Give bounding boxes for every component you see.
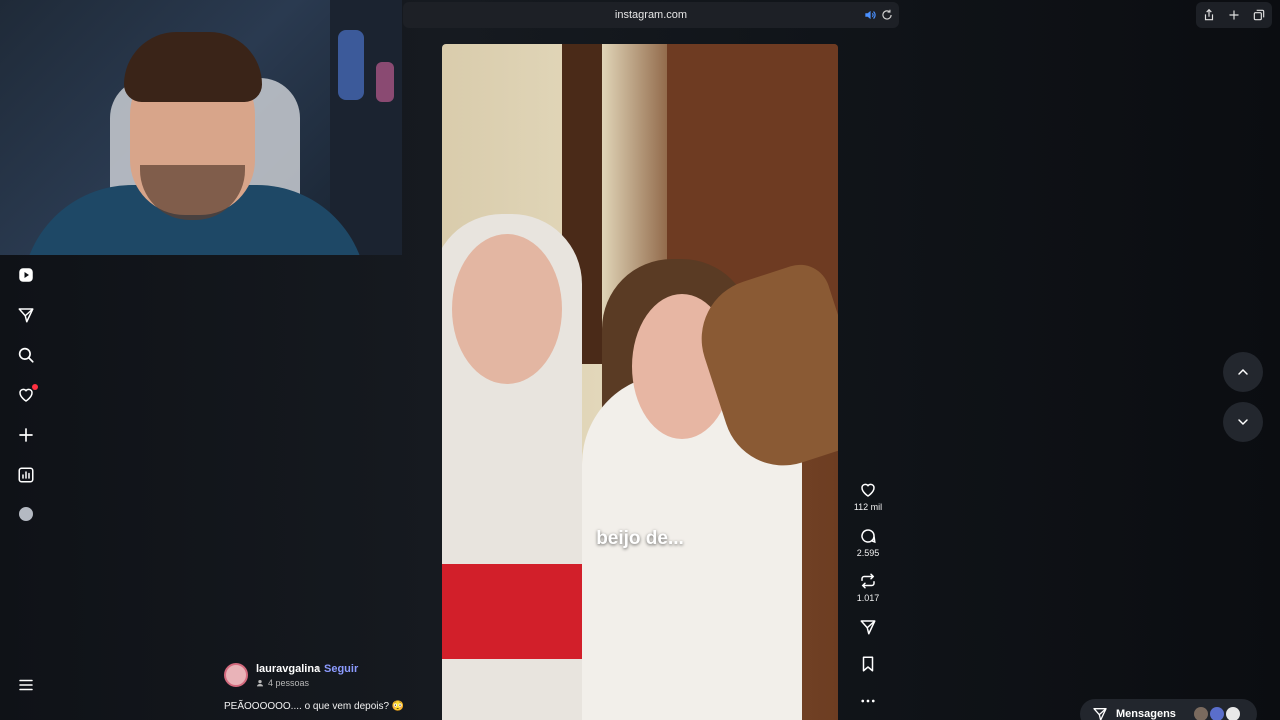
repost-icon	[861, 573, 875, 589]
previous-reel-button[interactable]	[1223, 352, 1263, 392]
separator-dot: •	[316, 663, 320, 675]
video-caption: beijo de...	[596, 528, 684, 549]
like-button[interactable]: 112 mil	[848, 481, 888, 512]
tagged-people-text: 4 pessoas	[268, 678, 310, 688]
chevron-down-icon	[1238, 419, 1248, 426]
url-text: instagram.com	[614, 9, 688, 21]
message-avatar	[1193, 707, 1208, 720]
plus-icon[interactable]	[16, 425, 36, 445]
send-icon[interactable]	[16, 305, 36, 325]
author-username[interactable]: lauravgalina	[256, 663, 320, 675]
next-reel-button[interactable]	[1223, 402, 1263, 442]
send-icon	[860, 620, 876, 635]
reels-icon[interactable]	[16, 265, 36, 285]
repost-count: 1.017	[856, 593, 880, 603]
search-icon[interactable]	[16, 345, 36, 365]
share-button[interactable]	[848, 618, 888, 636]
reel-video[interactable]: beijo de...	[442, 44, 838, 720]
chevron-up-icon	[1238, 368, 1248, 375]
webcam-figurine	[376, 62, 394, 102]
more-options-button[interactable]	[848, 692, 888, 710]
brand-logo	[19, 507, 33, 521]
tabs-overview-icon[interactable]	[1252, 8, 1266, 22]
person-icon	[257, 680, 263, 687]
share-icon[interactable]	[1202, 8, 1216, 22]
post-caption: PEÃOOOOOO.... o que vem depois? 😳	[224, 701, 405, 712]
video-person-left-head	[452, 234, 562, 384]
video-red-shorts	[442, 564, 592, 659]
save-button[interactable]	[848, 655, 888, 673]
notification-dot	[32, 384, 38, 390]
messages-button[interactable]: Mensagens	[1080, 699, 1257, 720]
tagged-people[interactable]: 4 pessoas	[256, 678, 309, 688]
heart-icon[interactable]	[16, 384, 38, 405]
author-avatar[interactable]	[224, 663, 248, 687]
menu-icon[interactable]	[16, 675, 36, 695]
new-tab-icon[interactable]	[1227, 8, 1241, 22]
comment-icon	[861, 529, 876, 544]
insights-icon[interactable]	[16, 465, 36, 485]
webcam-person-hair	[124, 32, 262, 102]
like-count: 112 mil	[853, 502, 883, 512]
send-icon	[1093, 708, 1107, 720]
reload-icon[interactable]	[880, 8, 894, 22]
webcam-overlay	[0, 0, 402, 255]
address-bar[interactable]: instagram.com	[403, 2, 899, 28]
speaker-icon[interactable]	[863, 8, 877, 22]
repost-button[interactable]: 1.017	[848, 572, 888, 603]
webcam-figurine	[338, 30, 364, 100]
bookmark-icon	[862, 656, 874, 672]
more-icon	[861, 699, 875, 703]
comment-button[interactable]: 2.595	[848, 527, 888, 558]
profile-logo-icon[interactable]	[16, 504, 36, 524]
comment-count: 2.595	[856, 548, 880, 558]
messages-label: Mensagens	[1116, 708, 1176, 720]
message-avatar	[1225, 707, 1240, 720]
follow-button[interactable]: Seguir	[324, 663, 358, 675]
heart-icon	[861, 483, 875, 497]
browser-toolbar	[1196, 2, 1272, 28]
message-avatar	[1209, 707, 1224, 720]
